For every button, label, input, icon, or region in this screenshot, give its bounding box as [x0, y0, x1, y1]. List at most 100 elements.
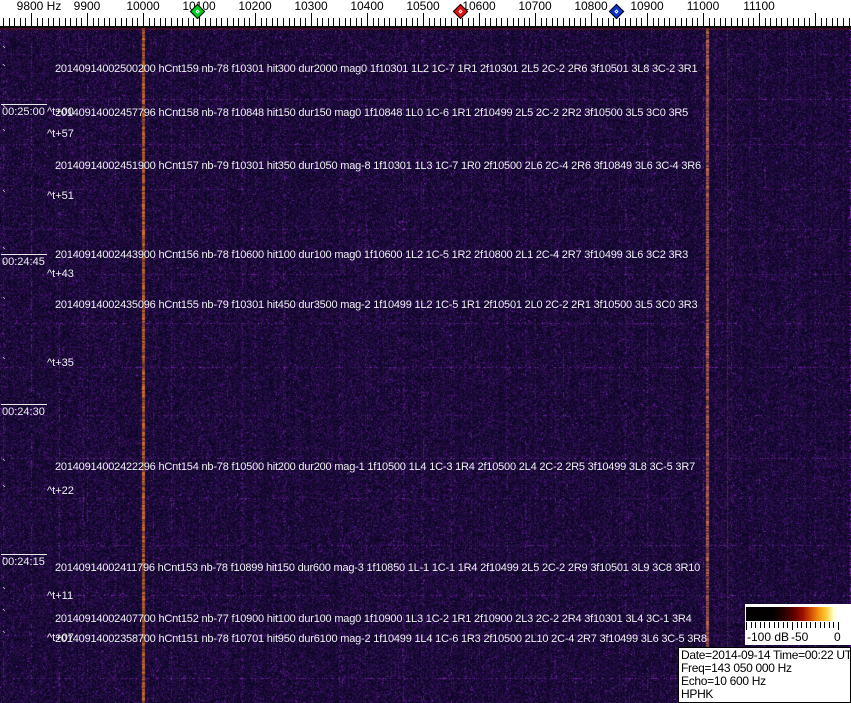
status-info-box: Date=2014-09-14 Time=00:22 UTC Freq=143 … [678, 647, 851, 703]
axis-minor-tick [149, 18, 150, 26]
axis-minor-tick [518, 18, 519, 26]
freq-tick-label: 11100 [743, 0, 775, 13]
axis-major-tick [591, 13, 592, 26]
axis-minor-tick [3, 18, 4, 26]
axis-minor-tick [171, 18, 172, 26]
axis-minor-tick [216, 18, 217, 26]
axis-major-tick [535, 13, 536, 26]
axis-minor-tick [160, 18, 161, 26]
axis-minor-tick [619, 18, 620, 26]
event-text-line: 20140914002358700 hCnt151 nb-78 f10701 h… [55, 633, 707, 645]
info-station: HPHK [681, 687, 714, 701]
blue-marker-diamond-icon[interactable] [608, 3, 625, 20]
time-axis-label: 00:24:15 [1, 554, 47, 568]
axis-minor-tick [597, 18, 598, 26]
axis-minor-tick [473, 18, 474, 26]
axis-minor-tick [776, 18, 777, 26]
axis-minor-tick [238, 18, 239, 26]
axis-minor-tick [177, 18, 178, 26]
legend-max-label: 0 [834, 630, 841, 644]
legend-tick [746, 622, 747, 630]
event-time-marker: ^t+07 [47, 632, 74, 644]
legend-tick [828, 622, 830, 628]
axis-major-tick [759, 13, 760, 26]
axis-minor-tick [294, 18, 295, 26]
left-edge-tick: ` [2, 103, 6, 117]
axis-major-tick [311, 13, 312, 26]
axis-minor-tick [378, 18, 379, 26]
axis-minor-tick [837, 18, 838, 26]
axis-major-tick [255, 13, 256, 26]
axis-major-tick [647, 13, 648, 26]
axis-minor-tick [121, 18, 122, 26]
axis-minor-tick [692, 18, 693, 26]
axis-minor-tick [641, 18, 642, 26]
event-time-marker: ^t+43 [47, 268, 74, 280]
axis-minor-tick [653, 18, 654, 26]
axis-minor-tick [451, 18, 452, 26]
axis-minor-tick [765, 18, 766, 26]
axis-minor-tick [636, 18, 637, 26]
spectrogram-window: 9800 Hz990010000101001020010300104001050… [0, 0, 851, 703]
legend-tick [801, 622, 803, 628]
event-time-marker: ^t+22 [47, 485, 74, 497]
axis-minor-tick [664, 18, 665, 26]
axis-minor-tick [798, 18, 799, 26]
axis-major-tick [143, 13, 144, 26]
axis-minor-tick [406, 18, 407, 26]
freq-tick-label: 9900 [73, 0, 101, 13]
axis-minor-tick [557, 18, 558, 26]
freq-tick-label: 10300 [294, 0, 328, 13]
axis-minor-tick [809, 18, 810, 26]
axis-minor-tick [81, 18, 82, 26]
legend-tick [750, 622, 752, 628]
axis-minor-tick [496, 18, 497, 26]
event-time-marker: ^t+35 [47, 357, 74, 369]
waterfall-spectrogram-canvas[interactable] [0, 28, 851, 703]
axis-minor-tick [272, 18, 273, 26]
axis-minor-tick [748, 18, 749, 26]
legend-tick [787, 622, 789, 628]
axis-minor-tick [249, 18, 250, 26]
axis-minor-tick [669, 18, 670, 26]
event-text-line: 20140914002407700 hCnt152 nb-77 f10900 h… [55, 613, 692, 625]
left-edge-tick: ` [2, 295, 6, 309]
freq-tick-label: 10700 [518, 0, 552, 13]
axis-minor-tick [333, 18, 334, 26]
red-marker-diamond-center [458, 9, 463, 14]
axis-minor-tick [681, 18, 682, 26]
axis-minor-tick [826, 18, 827, 26]
axis-minor-tick [440, 18, 441, 26]
axis-minor-tick [9, 18, 10, 26]
left-edge-tick: ` [2, 585, 6, 599]
event-text-line: 20140914002451900 hCnt157 nb-79 f10301 h… [55, 160, 701, 172]
axis-minor-tick [781, 18, 782, 26]
freq-tick-label: 10900 [630, 0, 664, 13]
event-text-line: 20140914002422296 hCnt154 nb-78 f10500 h… [55, 461, 695, 473]
event-text-line: 20140914002411796 hCnt153 nb-78 f10899 h… [55, 562, 701, 574]
axis-minor-tick [126, 18, 127, 26]
axis-minor-tick [787, 18, 788, 26]
left-edge-tick: ` [2, 457, 6, 471]
axis-minor-tick [546, 18, 547, 26]
axis-minor-tick [266, 18, 267, 26]
axis-minor-tick [389, 18, 390, 26]
event-time-marker: ^t+51 [47, 190, 74, 202]
axis-major-tick [87, 13, 88, 26]
axis-minor-tick [585, 18, 586, 26]
axis-minor-tick [395, 18, 396, 26]
axis-minor-tick [485, 18, 486, 26]
legend-tick [824, 622, 826, 628]
axis-minor-tick [48, 18, 49, 26]
axis-minor-tick [529, 18, 530, 26]
axis-minor-tick [490, 18, 491, 26]
axis-minor-tick [227, 18, 228, 26]
axis-minor-tick [849, 18, 850, 26]
axis-minor-tick [468, 18, 469, 26]
axis-minor-tick [709, 18, 710, 26]
legend-tick [805, 622, 807, 628]
freq-tick-label: 11000 [686, 0, 720, 13]
axis-minor-tick [770, 18, 771, 26]
axis-minor-tick [328, 18, 329, 26]
axis-minor-tick [115, 18, 116, 26]
